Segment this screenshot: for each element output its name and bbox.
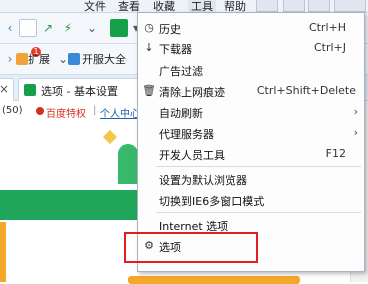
menu-separator — [156, 166, 361, 167]
menu-separator — [156, 212, 361, 213]
app-icon — [68, 53, 80, 65]
extensions-icon — [16, 53, 28, 65]
personal-center-link[interactable]: 个人中心 — [100, 105, 140, 120]
chevron-down-icon[interactable]: ⌄ — [84, 20, 100, 36]
menu-item-downloader[interactable]: ↓ 下载器 Ctrl+J — [138, 38, 364, 58]
menu-item-ie6-mode[interactable]: 切换到IE6多窗口模式 — [138, 190, 364, 210]
inbox-count[interactable]: (50) — [2, 105, 23, 116]
baidu-icon — [36, 107, 44, 115]
close-window-button[interactable] — [334, 0, 366, 12]
baidu-link[interactable]: 百度特权 — [46, 105, 86, 120]
settings-page-icon — [24, 84, 36, 96]
share-icon[interactable]: ↗ — [40, 20, 56, 36]
menu-item-dev-tools[interactable]: 开发人员工具 F12 — [138, 144, 364, 164]
clock-icon: ◷ — [144, 21, 154, 34]
tab-label: 选项 - 基本设置 — [41, 85, 118, 98]
lightning-icon[interactable]: ⚡ — [60, 20, 76, 36]
menu-item-set-default[interactable]: 设置为默认浏览器 — [138, 169, 364, 189]
search-engine-button[interactable] — [110, 19, 128, 37]
tab-options[interactable]: 选项 - 基本设置 — [18, 78, 146, 101]
orange-button[interactable] — [128, 276, 300, 284]
close-icon[interactable]: × — [0, 82, 9, 96]
menu-file[interactable]: 文件 — [84, 0, 106, 14]
trash-icon: 🗑 — [142, 84, 156, 97]
highlight-box — [124, 232, 258, 263]
tab-previous[interactable]: × — [0, 78, 14, 101]
menu-item-ad-filter[interactable]: 广告过滤 — [138, 60, 364, 80]
menu-item-proxy[interactable]: 代理服务器 › — [138, 123, 364, 143]
maximize-button[interactable] — [308, 0, 330, 12]
dev-link[interactable]: 开服大全 — [82, 51, 126, 67]
chevron-right-icon: › — [353, 126, 358, 139]
confetti-decoration — [102, 129, 118, 145]
menu-item-clear-traces[interactable]: 🗑 清除上网痕迹 Ctrl+Shift+Delete — [138, 81, 364, 101]
skin-button[interactable] — [256, 0, 278, 12]
side-decoration — [0, 222, 6, 282]
menu-item-history[interactable]: ◷ 历史 Ctrl+H — [138, 18, 364, 38]
mascot-decoration — [118, 144, 138, 184]
chevron-left-icon[interactable]: ‹ — [2, 20, 18, 36]
chevron-right-icon: › — [353, 105, 358, 118]
download-icon: ↓ — [144, 41, 154, 54]
save-page-button[interactable] — [19, 19, 37, 37]
extensions-link[interactable]: 扩展 — [28, 51, 50, 67]
minimize-button[interactable] — [283, 0, 305, 12]
menu-item-auto-refresh[interactable]: 自动刷新 › — [138, 102, 364, 122]
